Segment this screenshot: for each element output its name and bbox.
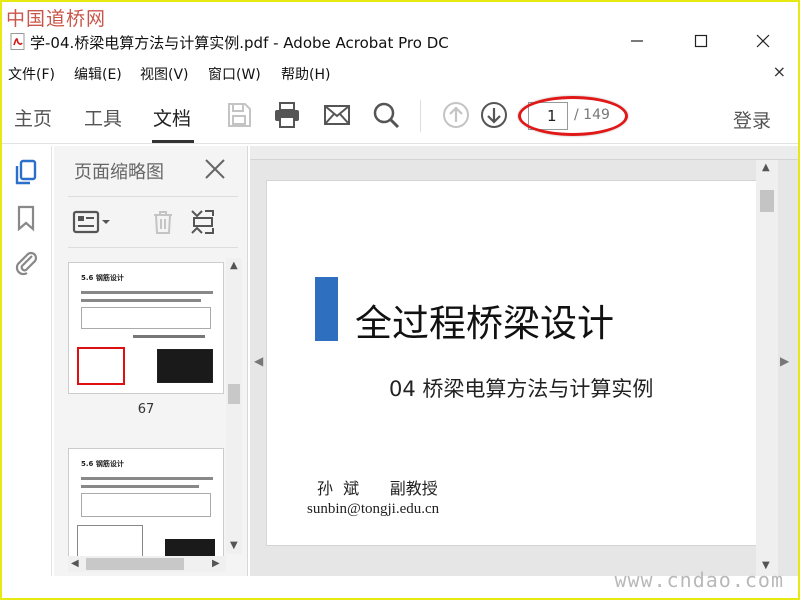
- collapse-left-icon[interactable]: ◀: [254, 354, 263, 368]
- tab-tools[interactable]: 工具: [84, 104, 122, 131]
- thumbnails-panel: 页面缩略图 5.6 钢筋设计 67 5.6 钢筋设计 ▲ ▼ ◀ ▶: [54, 146, 248, 576]
- email-icon[interactable]: [322, 100, 352, 130]
- thumbnail-page-number: 67: [137, 402, 155, 417]
- title-bar: 学-04.桥梁电算方法与计算实例.pdf - Adobe Acrobat Pro…: [2, 24, 798, 58]
- delete-page-icon[interactable]: [148, 207, 178, 237]
- next-page-icon[interactable]: [479, 100, 509, 130]
- scroll-up-icon[interactable]: ▲: [230, 260, 238, 271]
- pdf-file-icon: [10, 33, 25, 50]
- scroll-right-icon[interactable]: ▶: [212, 558, 220, 569]
- scroll-up-icon[interactable]: ▲: [762, 162, 770, 173]
- thumbnail-text-line: [81, 291, 213, 294]
- panel-title: 页面缩略图: [74, 162, 164, 183]
- bookmark-icon[interactable]: [12, 204, 40, 232]
- scrollbar-thumb[interactable]: [86, 558, 184, 570]
- thumbnail-text-line: [133, 335, 205, 338]
- menu-help[interactable]: 帮助(H): [281, 64, 330, 84]
- window-title: 学-04.桥梁电算方法与计算实例.pdf - Adobe Acrobat Pro…: [30, 34, 449, 52]
- menu-file[interactable]: 文件(F): [8, 64, 55, 84]
- login-button[interactable]: 登录: [733, 106, 771, 133]
- thumbnail-note-box: [81, 307, 211, 329]
- thumbnail-dark-preview: [157, 349, 213, 383]
- save-icon[interactable]: [224, 100, 254, 130]
- thumbnail-heading: 5.6 钢筋设计: [81, 460, 124, 468]
- minimize-icon: [631, 40, 643, 42]
- document-view[interactable]: ◀ 全过程桥梁设计 04 桥梁电算方法与计算实例 孙 斌 副教授 sunbin@…: [250, 146, 798, 576]
- highlight-annotation-ellipse: [518, 96, 628, 136]
- watermark-top: 中国道桥网: [6, 8, 107, 30]
- thumbnail-list: 5.6 钢筋设计 67 5.6 钢筋设计: [68, 256, 224, 556]
- thumbnail-note-box: [81, 493, 211, 517]
- previous-page-icon[interactable]: [441, 100, 471, 130]
- document-author: 孙 斌 副教授: [317, 479, 438, 498]
- document-email: sunbin@tongji.edu.cn: [307, 501, 440, 517]
- navigation-pane: [2, 146, 52, 576]
- scrollbar-thumb[interactable]: [228, 384, 240, 404]
- thumbnail-text-line: [81, 299, 201, 302]
- watermark-bottom: www.cndao.com: [614, 568, 784, 592]
- maximize-button[interactable]: [678, 24, 724, 58]
- document-top-strip: [250, 146, 798, 160]
- maximize-icon: [694, 34, 708, 48]
- thumbnail-red-box: [77, 347, 125, 385]
- document-vertical-scrollbar[interactable]: ▲ ▼: [756, 160, 778, 576]
- title-accent-bar: [315, 277, 338, 341]
- thumbnail-horizontal-scrollbar[interactable]: ◀ ▶: [68, 556, 226, 572]
- thumbnail-dialog: [77, 525, 143, 556]
- thumbnail-page-67[interactable]: 5.6 钢筋设计: [68, 262, 224, 394]
- options-menu-icon[interactable]: [72, 207, 112, 237]
- panel-toolbar: [68, 196, 238, 248]
- minimize-button[interactable]: [614, 24, 660, 58]
- menu-window[interactable]: 窗口(W): [208, 64, 261, 84]
- main-toolbar: 主页 工具 文档 1 / 149 登录: [2, 88, 798, 144]
- page-thumbnails-icon[interactable]: [12, 158, 40, 186]
- tab-document[interactable]: 文档: [153, 104, 191, 131]
- attachment-icon[interactable]: [12, 248, 40, 276]
- close-window-button[interactable]: [740, 24, 786, 58]
- document-title: 全过程桥梁设计: [355, 302, 614, 345]
- print-icon[interactable]: [272, 100, 302, 130]
- scrollbar-thumb[interactable]: [760, 190, 774, 212]
- document-subtitle: 04 桥梁电算方法与计算实例: [389, 377, 654, 401]
- acrobat-window: 中国道桥网 学-04.桥梁电算方法与计算实例.pdf - Adobe Acrob…: [0, 0, 800, 600]
- menu-edit[interactable]: 编辑(E): [74, 64, 122, 84]
- thumbnail-heading: 5.6 钢筋设计: [81, 274, 124, 282]
- menu-bar: 文件(F) 编辑(E) 视图(V) 窗口(W) 帮助(H) ×: [2, 60, 798, 86]
- insert-page-icon[interactable]: [188, 207, 218, 237]
- search-icon[interactable]: [371, 100, 401, 130]
- thumbnail-text-line: [81, 477, 213, 480]
- scroll-down-icon[interactable]: ▼: [230, 540, 238, 551]
- thumbnail-text-line: [81, 485, 199, 488]
- toolbar-divider: [420, 100, 421, 132]
- active-tab-indicator: [152, 140, 194, 143]
- pdf-page: 全过程桥梁设计 04 桥梁电算方法与计算实例 孙 斌 副教授 sunbin@to…: [266, 180, 758, 546]
- expand-right-icon[interactable]: ▶: [780, 354, 789, 368]
- close-icon: [756, 34, 770, 48]
- thumbnail-vertical-scrollbar[interactable]: ▲ ▼: [226, 258, 242, 554]
- scroll-left-icon[interactable]: ◀: [71, 558, 79, 569]
- close-panel-icon[interactable]: [202, 156, 228, 182]
- menu-view[interactable]: 视图(V): [140, 64, 189, 84]
- thumbnail-page-68[interactable]: 5.6 钢筋设计: [68, 448, 224, 556]
- close-document-button[interactable]: ×: [773, 62, 786, 81]
- thumbnail-dark-preview: [165, 539, 215, 556]
- tab-home[interactable]: 主页: [14, 104, 52, 131]
